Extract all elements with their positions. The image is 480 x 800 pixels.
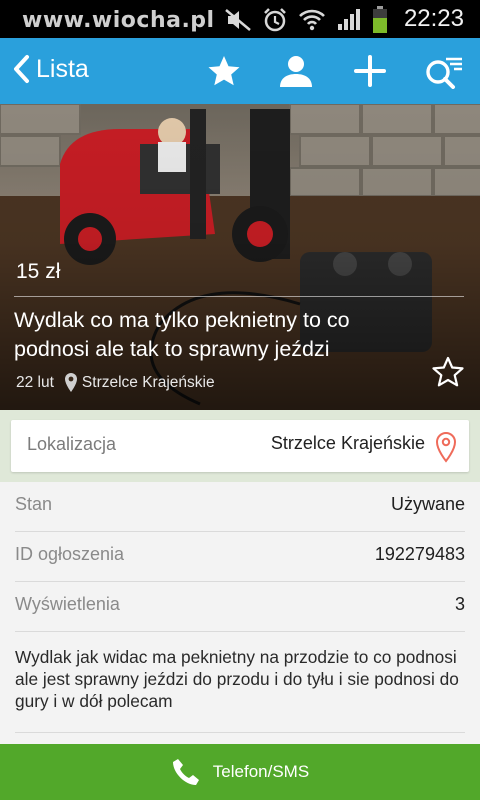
app-bar: Lista	[0, 38, 480, 104]
map-preview: Lokalizacja Strzelce Krajeńskie	[0, 410, 480, 482]
wifi-icon	[299, 9, 325, 31]
plus-icon[interactable]	[352, 53, 388, 89]
battery-icon	[373, 6, 387, 33]
detail-value: 3	[454, 594, 465, 614]
details-list: Stan Używane ID ogłoszenia 192279483 Wyś…	[0, 482, 480, 632]
detail-row-ad-id: ID ogłoszenia 192279483	[15, 532, 465, 582]
ad-date: 22 lut	[16, 374, 54, 391]
detail-value: 192279483	[374, 544, 465, 564]
person-icon[interactable]	[278, 53, 314, 89]
phone-icon	[172, 759, 199, 785]
location-card[interactable]: Lokalizacja Strzelce Krajeńskie	[11, 420, 469, 472]
ad-photo[interactable]: 15 zł Wydlak co ma tylko peknietny to co…	[0, 104, 480, 410]
location-value: Strzelce Krajeńskie	[270, 433, 425, 453]
divider	[15, 732, 465, 733]
detail-key: ID ogłoszenia	[15, 544, 125, 564]
call-button[interactable]: Telefon/SMS	[0, 744, 480, 800]
alarm-icon	[264, 8, 286, 32]
divider	[14, 296, 464, 297]
search-filter-icon[interactable]	[424, 53, 464, 89]
detail-key: Stan	[15, 494, 53, 514]
detail-row-condition: Stan Używane	[15, 482, 465, 532]
signal-icon	[338, 9, 360, 30]
ad-title: Wydlak co ma tylko peknietny to co podno…	[14, 308, 350, 361]
ad-meta: 22 lut Strzelce Krajeńskie	[16, 372, 215, 394]
ad-description: Wydlak jak widac ma peknietny na przodzi…	[15, 647, 459, 711]
ad-price: 15 zł	[16, 260, 61, 283]
chevron-left-icon	[14, 55, 29, 83]
favorite-star-icon[interactable]	[430, 354, 466, 390]
status-bar: www.wiocha.pl 22:23	[0, 0, 480, 38]
back-label: Lista	[36, 54, 89, 83]
call-button-label: Telefon/SMS	[212, 762, 310, 781]
ad-location: Strzelce Krajeńskie	[81, 374, 215, 391]
mute-icon	[225, 9, 251, 31]
detail-key: Wyświetlenia	[15, 594, 120, 614]
detail-value: Używane	[390, 494, 465, 514]
back-button[interactable]: Lista	[12, 54, 89, 84]
detail-row-views: Wyświetlenia 3	[15, 582, 465, 632]
location-label: Lokalizacja	[27, 434, 117, 454]
status-icons	[224, 6, 388, 34]
clock: 22:23	[403, 5, 464, 32]
star-icon[interactable]	[206, 53, 242, 89]
photo-gradient	[0, 104, 480, 410]
location-pin-icon	[64, 373, 77, 392]
map-pin-icon	[435, 431, 457, 463]
watermark: www.wiocha.pl	[22, 8, 215, 33]
